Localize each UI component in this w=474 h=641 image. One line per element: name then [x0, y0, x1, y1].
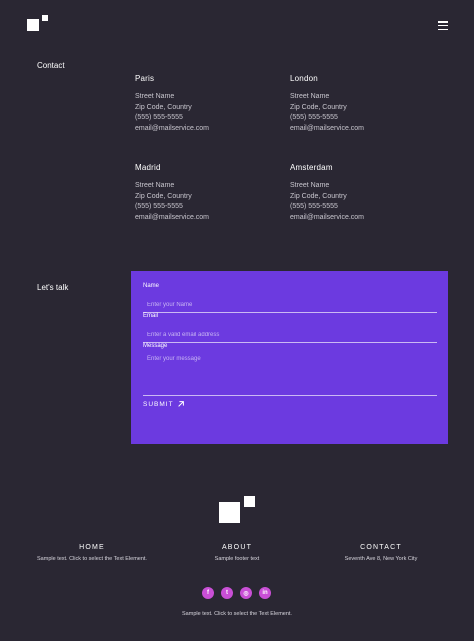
- name-label: Name: [143, 283, 160, 289]
- footer-bottom-text: Sample text. Click to select the Text El…: [182, 611, 292, 617]
- footer-column-contact: CONTACT Seventh Ave 8, New York City: [311, 544, 451, 562]
- twitter-glyph: t: [226, 590, 228, 596]
- office-phone: (555) 555-5555: [135, 114, 183, 121]
- footer-text: Sample text. Click to select the Text El…: [37, 556, 147, 562]
- submit-label: SUBMIT: [143, 400, 174, 408]
- office-zip: Zip Code, Country: [290, 103, 347, 111]
- office-zip: Zip Code, Country: [290, 192, 347, 200]
- office-email: email@mailservice.com: [290, 124, 365, 132]
- menu-bar: [438, 21, 448, 23]
- submit-button[interactable]: SUBMIT: [143, 400, 185, 408]
- footer-column-about: ABOUT Sample footer text: [167, 544, 307, 562]
- office-city: Amsterdam: [290, 163, 333, 172]
- footer-text: Sample footer text: [214, 556, 260, 562]
- office-phone: (555) 555-5555: [135, 203, 183, 210]
- office-city: London: [290, 74, 318, 83]
- office-street: Street Name: [135, 182, 175, 189]
- office-street: Street Name: [290, 182, 330, 189]
- office-city: Madrid: [135, 163, 161, 172]
- facebook-icon[interactable]: f: [202, 587, 214, 599]
- footer-link-about[interactable]: ABOUT: [167, 544, 307, 551]
- office-street: Street Name: [135, 93, 175, 100]
- linkedin-glyph: in: [262, 590, 268, 596]
- logo-square-large: [219, 502, 240, 523]
- social-links: f t ◎ in: [202, 587, 271, 599]
- footer-link-home[interactable]: HOME: [22, 544, 162, 551]
- office-london: London Street Name Zip Code, Country (55…: [290, 74, 430, 134]
- office-paris: Paris Street Name Zip Code, Country (555…: [135, 74, 275, 134]
- message-label: Message: [143, 343, 168, 349]
- footer-text: Seventh Ave 8, New York City: [344, 556, 418, 562]
- name-field-group: Name: [143, 283, 437, 313]
- office-street: Street Name: [290, 93, 330, 100]
- facebook-glyph: f: [207, 590, 209, 596]
- office-zip: Zip Code, Country: [135, 103, 192, 111]
- logo-square-small: [42, 15, 48, 21]
- menu-bar: [438, 24, 448, 27]
- talk-section-title: Let's talk: [37, 283, 69, 292]
- instagram-icon[interactable]: ◎: [240, 587, 252, 599]
- hamburger-icon[interactable]: [438, 21, 448, 31]
- email-field-group: Email: [143, 313, 437, 343]
- office-phone: (555) 555-5555: [290, 203, 338, 210]
- logo-square-small: [244, 496, 255, 507]
- contact-form: Name Email Message SUBMIT: [131, 271, 448, 444]
- office-email: email@mailservice.com: [135, 213, 210, 221]
- arrow-up-right-icon: [177, 401, 184, 407]
- email-input[interactable]: [143, 329, 437, 343]
- office-phone: (555) 555-5555: [290, 114, 338, 121]
- logo[interactable]: [27, 15, 49, 32]
- linkedin-icon[interactable]: in: [259, 587, 271, 599]
- logo-square-large: [27, 19, 39, 31]
- twitter-icon[interactable]: t: [221, 587, 233, 599]
- footer-column-home: HOME Sample text. Click to select the Te…: [22, 544, 162, 562]
- email-label: Email: [143, 313, 159, 319]
- name-input[interactable]: [143, 299, 437, 313]
- footer-link-contact[interactable]: CONTACT: [311, 544, 451, 551]
- office-email: email@mailservice.com: [290, 213, 365, 221]
- office-amsterdam: Amsterdam Street Name Zip Code, Country …: [290, 163, 430, 223]
- instagram-glyph: ◎: [243, 590, 249, 597]
- office-zip: Zip Code, Country: [135, 192, 192, 200]
- contact-section-title: Contact: [37, 61, 65, 70]
- office-madrid: Madrid Street Name Zip Code, Country (55…: [135, 163, 275, 223]
- office-email: email@mailservice.com: [135, 124, 210, 132]
- menu-bar: [438, 28, 448, 31]
- footer-logo[interactable]: [219, 496, 256, 523]
- office-city: Paris: [135, 74, 155, 83]
- message-field-group: Message: [143, 343, 437, 401]
- message-input[interactable]: [143, 353, 437, 396]
